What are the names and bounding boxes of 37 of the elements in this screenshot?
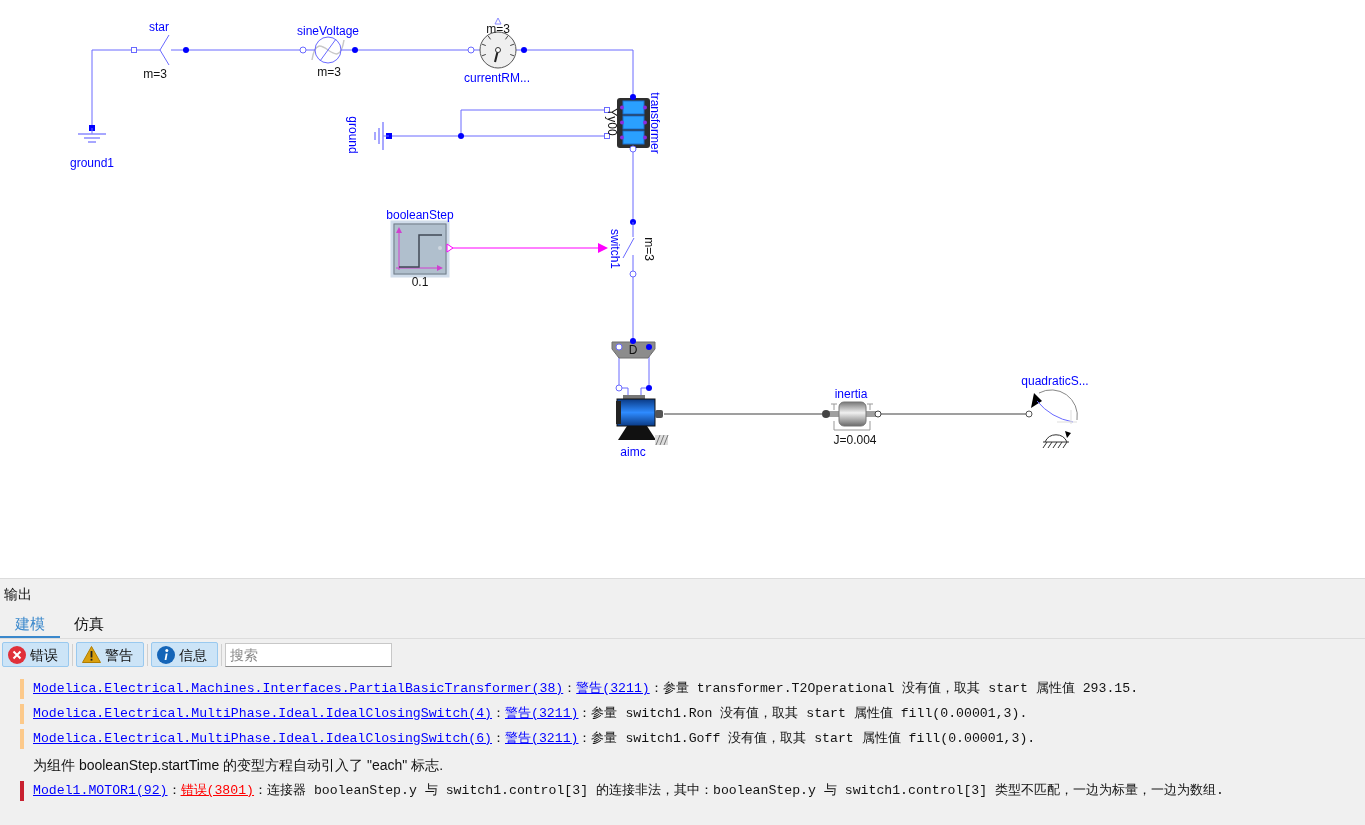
parameter-label: J=0.004 <box>833 434 877 446</box>
error-filter-button[interactable]: 错误 <box>2 642 69 667</box>
warning-icon <box>82 646 101 663</box>
panel-title: 输出 <box>4 586 32 601</box>
message-code-link[interactable]: 警告(3211) <box>576 680 650 696</box>
log-message: Modelica.Electrical.Machines.Interfaces.PartialBasicTransformer(38)：警告(3211)：参量 transformer.T2Operational 没有值，取其 start 属性值 293.15. <box>33 681 1139 696</box>
message-code-link[interactable]: 警告(3211) <box>505 705 579 721</box>
source-link[interactable]: Modelica.Electrical.Machines.Interfaces.PartialBasicTransformer(38) <box>33 680 564 696</box>
search-field[interactable]: 搜索 <box>225 642 392 667</box>
motor-symbol <box>616 395 669 446</box>
inertia-symbol <box>822 401 882 431</box>
component-name: sineVoltage <box>296 25 360 37</box>
parameter-label: m=3 <box>486 23 510 35</box>
component-name: star <box>149 21 169 33</box>
warning-filter-button[interactable]: 警告 <box>76 642 144 667</box>
error-marker-icon <box>20 780 24 801</box>
component-name: aimc <box>620 446 646 458</box>
source-link[interactable]: Modelica.Electrical.MultiPhase.Ideal.IdealClosingSwitch(4) <box>33 705 492 721</box>
log-message: Modelica.Electrical.MultiPhase.Ideal.IdealClosingSwitch(6)：警告(3211)：参量 switch1.Goff 没有值，取其 start 属性值 fill(0.00001,3). <box>33 731 1036 746</box>
info-filter-button[interactable]: 信息 <box>151 642 218 667</box>
panel-tab[interactable]: 仿真 <box>60 608 118 638</box>
log-message: Model1.MOTOR1(92)：错误(3801)：连接器 booleanStep.y 与 switch1.control[3] 的连接非法，其中：booleanStep.y 与 switch1.control[3] 类型不匹配，一边为标量，一边为数组. <box>33 783 1224 798</box>
component-name: quadraticS... <box>1021 375 1089 387</box>
component-name: transformer <box>649 92 661 154</box>
component-name: inertia <box>834 388 868 400</box>
info-message: 为组件 booleanStep.startTime 的变型方程自动引入了 "each" 标志. <box>33 757 444 772</box>
message-code-link[interactable]: 错误(3801) <box>180 782 255 798</box>
warning-marker-icon <box>20 678 24 699</box>
warning-marker-icon <box>20 728 24 749</box>
error-icon <box>8 645 26 664</box>
warning-marker-icon <box>20 703 24 724</box>
load-torque-symbol <box>1025 389 1078 449</box>
source-link[interactable]: Modelica.Electrical.MultiPhase.Ideal.IdealClosingSwitch(6) <box>33 730 492 746</box>
info-icon <box>157 645 175 664</box>
log-message: Modelica.Electrical.MultiPhase.Ideal.IdealClosingSwitch(4)：警告(3211)：参量 switch1.Ron 没有值，取其 start 属性值 fill(0.00001,3). <box>33 706 1028 721</box>
source-link[interactable]: Model1.MOTOR1(92) <box>33 782 168 798</box>
message-code-link[interactable]: 警告(3211) <box>505 730 579 746</box>
